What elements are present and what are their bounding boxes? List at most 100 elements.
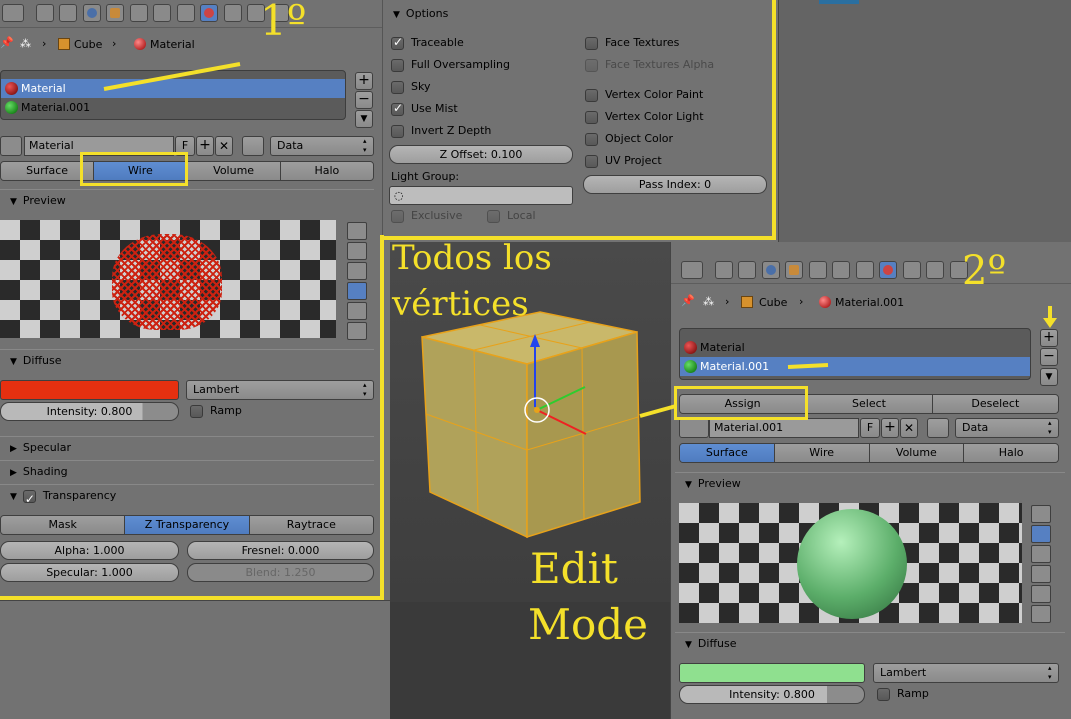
right-properties-header (671, 258, 1071, 284)
face-textures-checkbox[interactable]: Face Textures (585, 36, 775, 58)
sky-checkbox[interactable]: Sky (391, 80, 581, 102)
texture-tab-icon[interactable] (223, 4, 242, 22)
object-tab-icon[interactable] (106, 4, 124, 22)
breadcrumb-material[interactable]: Material (150, 38, 195, 51)
preview-section-header[interactable]: ▼ Preview (675, 472, 1065, 494)
modifiers-tab-icon[interactable] (153, 4, 171, 22)
scene-tab-icon[interactable] (59, 4, 77, 22)
render-tab-icon[interactable] (714, 261, 733, 279)
data-tab-icon[interactable] (176, 4, 195, 22)
preview-monkey-button[interactable] (1031, 565, 1051, 583)
data-link-dropdown[interactable]: Data (955, 418, 1059, 438)
remove-slot-button[interactable]: − (355, 91, 373, 109)
breadcrumb-object[interactable]: Cube (759, 296, 787, 309)
check-label: Use Mist (411, 102, 458, 115)
breadcrumb-sep-icon: › (42, 37, 47, 50)
invert-z-depth-checkbox[interactable]: Invert Z Depth (391, 124, 581, 146)
checkbox-icon (391, 209, 404, 223)
preview-section-header[interactable]: ▼ Preview (0, 189, 374, 211)
render-tab-icon[interactable] (35, 4, 54, 22)
material-name-field[interactable]: Material.001 (709, 418, 859, 438)
material-tab-icon[interactable] (200, 4, 218, 22)
material-tab-icon[interactable] (879, 261, 897, 279)
light-group-field[interactable]: ◌ (389, 186, 573, 205)
scene-tab-icon[interactable] (738, 261, 756, 279)
checkbox-icon (391, 124, 404, 138)
fake-user-button[interactable]: F (860, 418, 880, 438)
object-color-checkbox[interactable]: Object Color (585, 132, 775, 154)
particles-tab-icon[interactable] (926, 261, 944, 279)
preview-sphere-button[interactable] (1031, 525, 1051, 543)
preview-cube-button[interactable] (1031, 545, 1051, 563)
slot-specials-button[interactable]: ▼ (1040, 368, 1058, 386)
pass-index-field[interactable]: Pass Index: 0 (583, 175, 767, 194)
diffuse-section-header[interactable]: ▼ Diffuse (675, 632, 1065, 654)
options-section-header[interactable]: ▼ Options (383, 3, 773, 25)
preview-hair-button[interactable] (1031, 585, 1051, 603)
add-slot-button[interactable]: + (355, 72, 373, 90)
diffuse-color-swatch[interactable] (679, 663, 865, 683)
tab-halo[interactable]: Halo (280, 162, 373, 180)
tab-volume[interactable]: Volume (187, 162, 281, 180)
pin-icon[interactable]: 📌 (681, 294, 695, 307)
face-textures-alpha-checkbox[interactable]: Face Textures Alpha (585, 58, 775, 88)
list-item[interactable]: Material (1, 79, 345, 98)
add-slot-button[interactable]: + (1040, 329, 1058, 347)
tab-wire[interactable]: Wire (774, 444, 870, 462)
vertex-color-paint-checkbox[interactable]: Vertex Color Paint (585, 88, 775, 110)
editor-type-icon[interactable] (2, 4, 24, 22)
diffuse-shader-dropdown[interactable]: Lambert (873, 663, 1059, 683)
check-label: Sky (411, 80, 431, 93)
material-browse-icon[interactable] (679, 418, 709, 438)
object-tab-icon[interactable] (785, 261, 803, 279)
list-item[interactable]: Material.001 (1, 98, 345, 117)
use-mist-checkbox[interactable]: Use Mist (391, 101, 581, 124)
uv-project-checkbox[interactable]: UV Project (585, 154, 775, 176)
modifiers-tab-icon[interactable] (832, 261, 850, 279)
list-item[interactable]: Material (680, 338, 1030, 357)
collapse-arrow-icon: ▼ (685, 640, 692, 650)
texture-tab-icon[interactable] (902, 261, 921, 279)
world-tab-icon[interactable] (82, 4, 101, 22)
full-oversampling-checkbox[interactable]: Full Oversampling (391, 58, 581, 80)
tab-halo[interactable]: Halo (964, 444, 1058, 462)
annotation-second: 2º (962, 248, 1007, 294)
slot-specials-button[interactable]: ▼ (355, 110, 373, 128)
data-link-dropdown[interactable]: Data (270, 136, 374, 156)
unlink-material-button[interactable]: ✕ (900, 418, 918, 438)
ramp-label: Ramp (897, 687, 929, 700)
preview-flat-button[interactable] (1031, 505, 1051, 523)
unlink-material-button[interactable]: ✕ (215, 136, 233, 156)
copy-material-button[interactable] (927, 418, 949, 438)
pin-icon[interactable]: 📌 (0, 36, 14, 49)
vertex-color-light-checkbox[interactable]: Vertex Color Light (585, 110, 775, 132)
tab-surface[interactable]: Surface (680, 444, 775, 462)
tab-volume[interactable]: Volume (869, 444, 965, 462)
select-button[interactable]: Select (806, 395, 933, 413)
section-title: Options (405, 7, 449, 20)
constraints-tab-icon[interactable] (808, 261, 827, 279)
breadcrumb-sep-icon: › (799, 295, 804, 308)
right-material-tabs: Surface Wire Volume Halo (679, 443, 1059, 463)
world-tab-icon[interactable] (761, 261, 780, 279)
diffuse-intensity-slider[interactable]: Intensity: 0.800 (679, 685, 865, 704)
list-item[interactable]: Material.001 (680, 357, 1030, 376)
copy-material-button[interactable] (242, 136, 264, 156)
breadcrumb-object[interactable]: Cube (74, 38, 102, 51)
data-tab-icon[interactable] (855, 261, 874, 279)
remove-slot-button[interactable]: − (1040, 348, 1058, 366)
breadcrumb-material[interactable]: Material.001 (835, 296, 904, 309)
editor-type-icon[interactable] (681, 261, 703, 279)
light-group-label: Light Group: (391, 170, 460, 183)
traceable-checkbox[interactable]: Traceable (391, 35, 581, 58)
deselect-button[interactable]: Deselect (932, 395, 1058, 413)
constraints-tab-icon[interactable] (129, 4, 148, 22)
local-checkbox[interactable]: Local (487, 209, 536, 223)
material-browse-icon[interactable] (0, 136, 22, 156)
new-material-button[interactable]: + (196, 136, 214, 156)
ramp-checkbox[interactable]: Ramp (877, 687, 929, 701)
new-material-button[interactable]: + (881, 418, 899, 438)
z-offset-field[interactable]: Z Offset: 0.100 (389, 145, 573, 164)
exclusive-checkbox[interactable]: Exclusive (391, 209, 462, 223)
preview-spheres-button[interactable] (1031, 605, 1051, 623)
